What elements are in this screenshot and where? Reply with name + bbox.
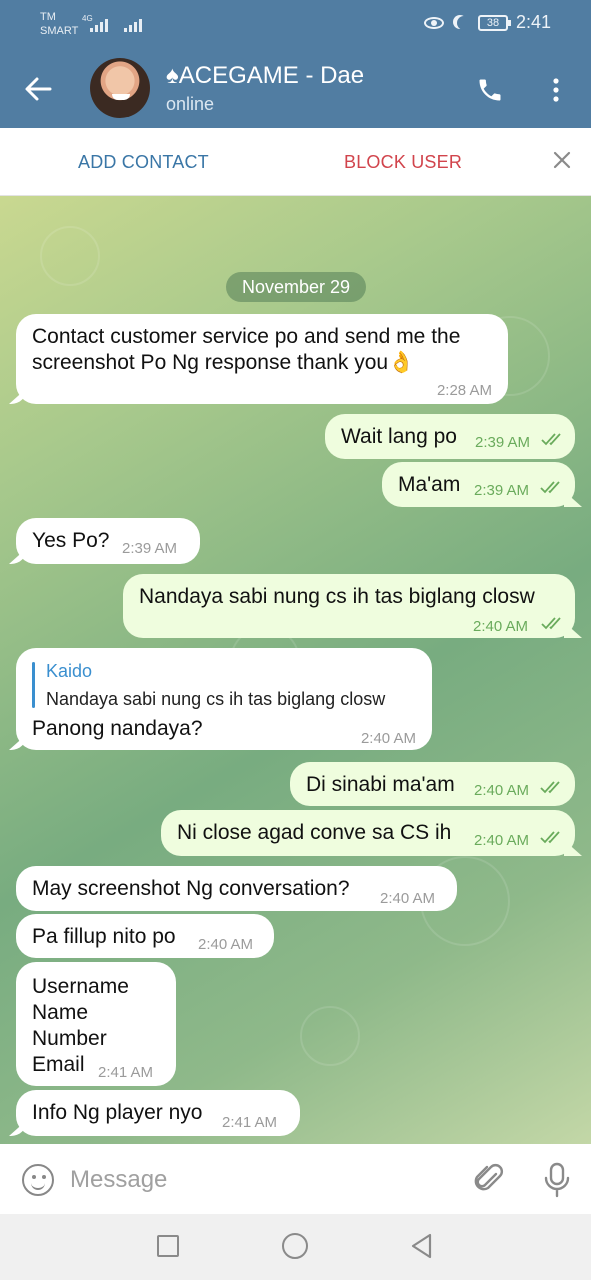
message-text: screenshot Po Ng response thank you👌: [32, 351, 415, 374]
wallpaper-doodle: [40, 226, 100, 286]
message-bubble-outgoing[interactable]: Wait lang po 2:39 AM: [325, 414, 575, 459]
message-list[interactable]: November 29 Contact customer service po …: [0, 196, 591, 1144]
microphone-icon[interactable]: [542, 1162, 572, 1198]
message-time: 2:41 AM: [98, 1064, 154, 1081]
message-bubble-outgoing[interactable]: Nandaya sabi nung cs ih tas biglang clos…: [123, 574, 575, 638]
battery-icon: 38: [477, 14, 511, 31]
message-text: Nandaya sabi nung cs ih tas biglang clos…: [139, 585, 535, 608]
message-text: Panong nandaya?: [32, 717, 203, 740]
carrier-label: TM SMART: [40, 10, 78, 38]
do-not-disturb-icon: [457, 16, 471, 30]
smiley-icon[interactable]: [22, 1164, 54, 1196]
message-time: 2:41 AM: [222, 1114, 278, 1131]
message-text: Di sinabi ma'am: [306, 773, 455, 796]
spam-action-bar: ADD CONTACT BLOCK USER: [0, 128, 591, 196]
message-text: Number: [32, 1027, 107, 1050]
chat-header: TM SMART 4G 38 2:41 ♠ACEGAME - Dae onlin…: [0, 0, 591, 128]
reply-author[interactable]: Kaido: [46, 658, 92, 684]
double-check-icon: [540, 831, 560, 844]
eye-comfort-icon: [423, 16, 444, 29]
message-time: 2:28 AM: [436, 382, 492, 399]
message-text: Pa fillup nito po: [32, 925, 176, 948]
message-text: Info Ng player nyo: [32, 1101, 203, 1124]
status-bar: TM SMART 4G 38 2:41: [0, 0, 591, 48]
double-check-icon: [541, 617, 561, 630]
message-bubble-incoming[interactable]: Username Name Number Email 2:41 AM: [16, 962, 176, 1086]
recents-icon[interactable]: [157, 1235, 179, 1257]
message-bubble-incoming[interactable]: Contact customer service po and send me …: [16, 314, 508, 404]
message-text: Ni close agad conve sa CS ih: [177, 821, 452, 844]
message-text: May screenshot Ng conversation?: [32, 877, 350, 900]
message-time: 2:40 AM: [473, 618, 529, 635]
signal-icon: [124, 16, 146, 32]
message-bubble-incoming[interactable]: May screenshot Ng conversation? 2:40 AM: [16, 866, 457, 911]
message-bubble-outgoing[interactable]: Di sinabi ma'am 2:40 AM: [290, 762, 575, 806]
message-time: 2:40 AM: [198, 936, 254, 953]
status-right: 38 2:41: [423, 12, 551, 33]
avatar[interactable]: [90, 58, 150, 118]
message-time: 2:40 AM: [360, 730, 416, 747]
message-time: 2:39 AM: [474, 482, 530, 499]
more-vertical-icon[interactable]: [548, 76, 564, 104]
message-bubble-incoming[interactable]: Pa fillup nito po 2:40 AM: [16, 914, 274, 958]
message-bubble-outgoing[interactable]: Ni close agad conve sa CS ih 2:40 AM: [161, 810, 575, 856]
message-bubble-incoming[interactable]: Kaido Nandaya sabi nung cs ih tas biglan…: [16, 648, 432, 750]
back-triangle-icon[interactable]: [408, 1232, 436, 1260]
message-text: Yes Po?: [32, 529, 110, 552]
signal-icon: [90, 16, 112, 32]
message-bubble-incoming[interactable]: Info Ng player nyo 2:41 AM: [16, 1090, 300, 1136]
phone-icon[interactable]: [476, 76, 504, 104]
double-check-icon: [540, 481, 560, 494]
carrier-name-2: SMART: [40, 25, 79, 37]
message-time: 2:39 AM: [475, 434, 531, 451]
close-icon[interactable]: [552, 150, 572, 170]
home-icon[interactable]: [282, 1233, 308, 1259]
carrier-name: TM: [40, 11, 56, 23]
message-input[interactable]: [70, 1162, 450, 1198]
message-text: Ma'am: [398, 473, 461, 496]
clock: 2:41: [515, 12, 551, 32]
double-check-icon: [540, 781, 560, 794]
message-text: Email: [32, 1053, 85, 1076]
wallpaper-doodle: [300, 1006, 360, 1066]
date-separator: November 29: [226, 272, 366, 302]
message-bubble-incoming[interactable]: Yes Po? 2:39 AM: [16, 518, 200, 564]
block-user-button[interactable]: BLOCK USER: [344, 152, 462, 173]
message-time: 2:39 AM: [122, 540, 178, 557]
message-time: 2:40 AM: [474, 832, 530, 849]
system-navigation-bar: [0, 1214, 591, 1280]
arrow-left-icon[interactable]: [24, 76, 52, 102]
chat-status: online: [166, 94, 215, 114]
double-check-icon: [541, 433, 561, 446]
message-text: Wait lang po: [341, 425, 457, 448]
message-text: Name: [32, 1001, 89, 1024]
message-bubble-outgoing[interactable]: Ma'am 2:39 AM: [382, 462, 575, 507]
add-contact-button[interactable]: ADD CONTACT: [78, 152, 209, 173]
message-text: Username: [32, 975, 129, 998]
reply-indicator: [32, 662, 35, 708]
message-time: 2:40 AM: [380, 890, 436, 907]
paperclip-icon[interactable]: [474, 1162, 504, 1196]
message-text: Contact customer service po and send me …: [32, 325, 461, 348]
chat-title[interactable]: ♠ACEGAME - Dae: [166, 62, 364, 90]
reply-preview[interactable]: Nandaya sabi nung cs ih tas biglang clos…: [46, 686, 385, 712]
message-time: 2:40 AM: [474, 782, 530, 799]
message-composer: [0, 1144, 591, 1214]
